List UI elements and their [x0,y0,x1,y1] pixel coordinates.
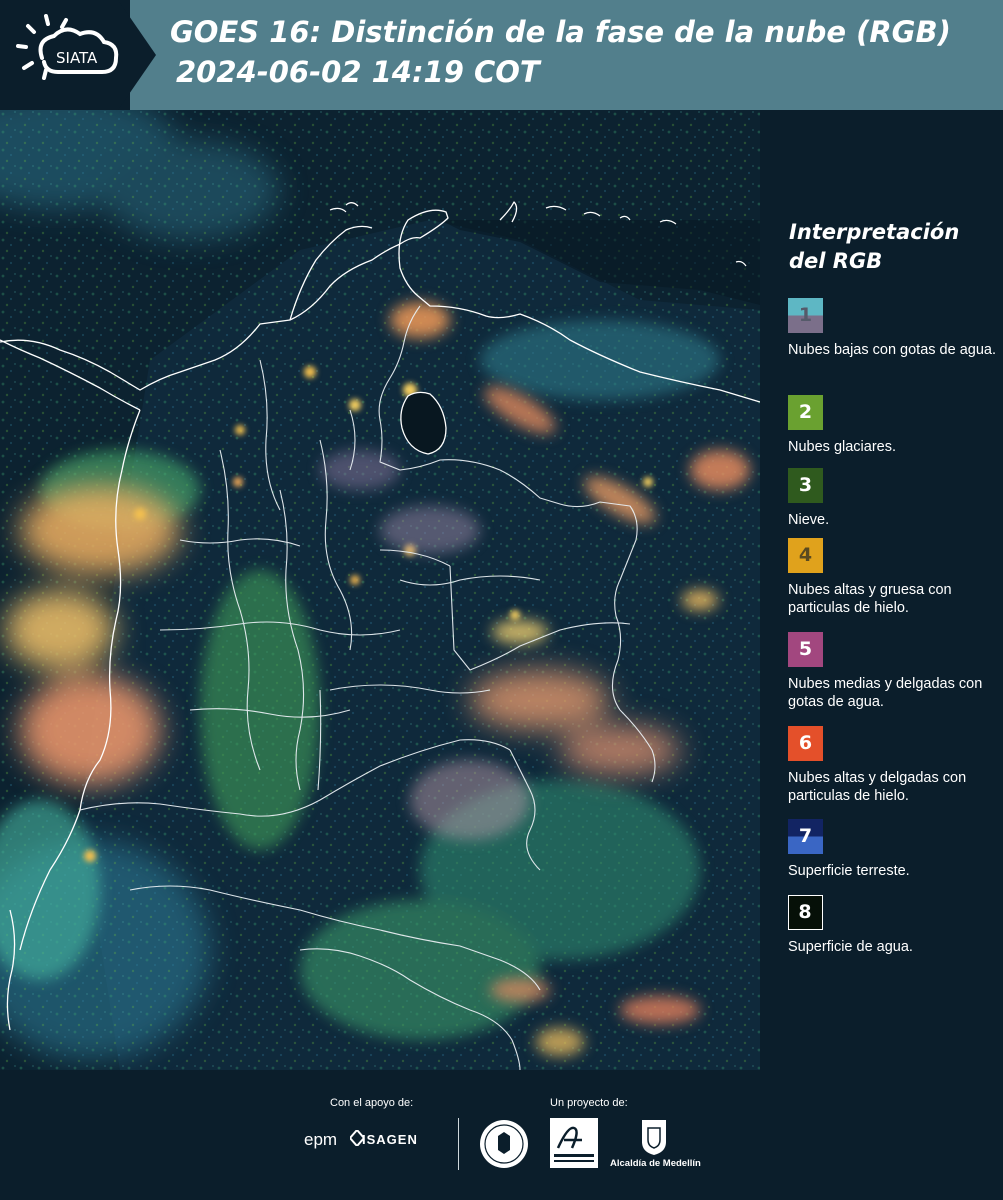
legend-swatch-3: 3 [788,468,823,503]
header-bar: SIATA GOES 16: Distinción de la fase de … [0,0,1003,110]
legend-label-2: Nubes glaciares. [788,439,896,455]
legend-number-6: 6 [798,732,813,754]
legend-label-7: Superficie terreste. [788,863,910,879]
legend-label-3: Nieve. [788,512,830,528]
legend-item-3: 3 Nieve. [788,468,998,529]
legend-item-6: 6 Nubes altas y delgadas con particulas … [788,726,998,805]
legend-item-8: 8 Superficie de agua. [788,895,998,956]
legend-label-4: Nubes altas y gruesa con particulas de h… [788,582,952,616]
alcaldia-label: Alcaldía de Medellín [610,1158,701,1169]
legend-number-1: 1 [798,304,813,326]
logo-text: SIATA [56,49,98,67]
satellite-map [0,110,760,1070]
legend-swatch-4: 4 [788,538,823,573]
seal-logo-icon [480,1120,528,1168]
datetime-label: 2024-06-02 14:19 COT [176,55,540,89]
legend-label-6: Nubes altas y delgadas con particulas de… [788,770,967,804]
legend-label-1: Nubes bajas con gotas de agua. [788,342,996,358]
legend-swatch-6: 6 [788,726,823,761]
legend-number-7: 7 [798,825,813,847]
legend-swatch-5: 5 [788,632,823,667]
legend-number-8: 8 [798,900,812,923]
area-metropolitana-logo-icon [550,1118,598,1168]
legend-title: Interpretación del RGB [789,220,960,273]
legend-item-2: 2 Nubes glaciares. [788,395,998,456]
legend-item-5: 5 Nubes medias y delgadas con gotas de a… [788,632,998,711]
legend-number-2: 2 [798,401,813,423]
page-title: GOES 16: Distinción de la fase de la nub… [170,15,951,49]
medellin-shield-icon [642,1120,666,1155]
legend-number-5: 5 [798,638,813,660]
footer-bar: Con el apoyo de: Un proyecto de: epm ISA… [0,1070,1003,1200]
siata-logo-icon: SIATA [16,14,119,80]
footer-divider [458,1118,459,1170]
legend-panel: Interpretación del RGB 1 Nubes bajas con… [760,110,1003,1070]
legend-label-8: Superficie de agua. [788,939,913,955]
legend-label-5: Nubes medias y delgadas con gotas de agu… [788,676,983,710]
legend-item-1: 1 Nubes bajas con gotas de agua. [788,298,998,359]
legend-number-4: 4 [798,544,813,566]
isagen-logo: ISAGEN [362,1132,418,1147]
legend-swatch-7: 7 [788,819,823,854]
legend-item-7: 7 Superficie terreste. [788,819,998,880]
legend-swatch-2: 2 [788,395,823,430]
legend-swatch-8: 8 [788,895,823,930]
legend-number-3: 3 [798,474,813,496]
project-label: Un proyecto de: [550,1097,628,1109]
support-label: Con el apoyo de: [330,1097,414,1109]
legend-item-4: 4 Nubes altas y gruesa con particulas de… [788,538,998,617]
epm-logo: epm [304,1130,338,1149]
legend-swatch-1: 1 [788,298,823,333]
satellite-image [0,110,760,1070]
